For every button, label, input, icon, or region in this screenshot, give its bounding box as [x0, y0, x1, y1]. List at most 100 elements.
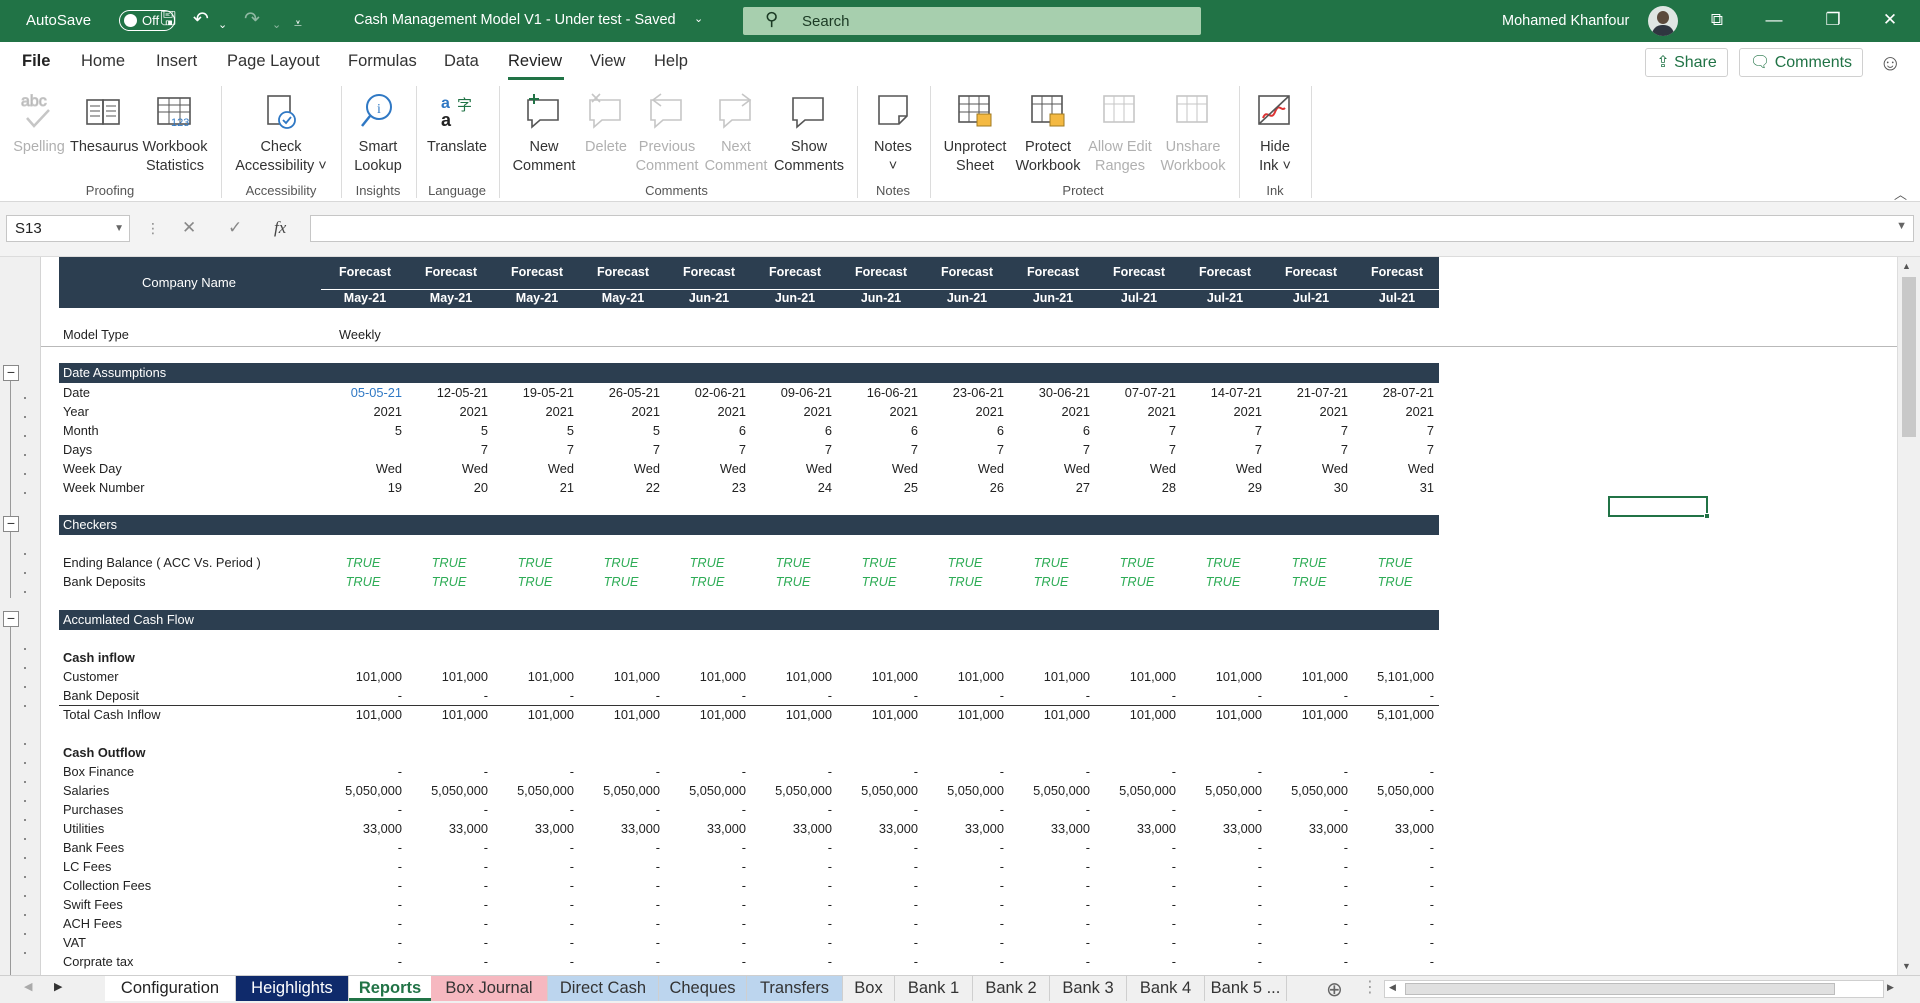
- value-cell[interactable]: TRUE: [406, 572, 492, 591]
- value-cell[interactable]: -: [580, 762, 660, 781]
- value-cell[interactable]: 23: [666, 478, 746, 497]
- value-cell[interactable]: 2021: [1182, 402, 1262, 421]
- value-cell[interactable]: 2021: [322, 402, 402, 421]
- value-cell[interactable]: TRUE: [664, 572, 750, 591]
- value-cell[interactable]: -: [1010, 686, 1090, 705]
- value-cell[interactable]: -: [1010, 895, 1090, 914]
- scroll-tabs-right-icon[interactable]: ▶: [54, 980, 62, 993]
- value-cell[interactable]: 101,000: [666, 705, 746, 724]
- value-cell[interactable]: -: [666, 933, 746, 952]
- value-cell[interactable]: -: [1182, 857, 1262, 876]
- value-cell[interactable]: -: [924, 762, 1004, 781]
- collapse-ribbon-icon[interactable]: ︿: [1894, 184, 1907, 203]
- value-cell[interactable]: 7: [1354, 421, 1434, 440]
- value-cell[interactable]: 5,050,000: [494, 781, 574, 800]
- tab-file[interactable]: File: [22, 52, 50, 71]
- value-cell[interactable]: 5: [494, 421, 574, 440]
- value-cell[interactable]: 7: [1268, 421, 1348, 440]
- value-cell[interactable]: -: [1096, 952, 1176, 971]
- scroll-up-icon[interactable]: ▲: [1902, 261, 1911, 271]
- smart-lookup-button[interactable]: i Smart Lookup: [347, 88, 409, 176]
- value-cell[interactable]: 6: [752, 421, 832, 440]
- value-cell[interactable]: 101,000: [408, 667, 488, 686]
- value-cell[interactable]: -: [1182, 914, 1262, 933]
- forecast-header-cell[interactable]: Forecast: [580, 265, 666, 279]
- row-label[interactable]: LC Fees: [63, 857, 111, 876]
- show-comments-button[interactable]: Show Comments: [770, 88, 848, 176]
- value-cell[interactable]: -: [1268, 838, 1348, 857]
- sheet-tab-heighlights[interactable]: Heighlights: [236, 976, 349, 1001]
- sheet-tab-bank-3[interactable]: Bank 3: [1050, 976, 1127, 1001]
- row-label[interactable]: Collection Fees: [63, 876, 151, 895]
- value-cell[interactable]: 101,000: [838, 705, 918, 724]
- month-header-cell[interactable]: Jun-21: [666, 291, 752, 305]
- tab-split-handle-icon[interactable]: ⋮: [1362, 977, 1378, 997]
- value-cell[interactable]: -: [1010, 933, 1090, 952]
- value-cell[interactable]: -: [322, 914, 402, 933]
- worksheet[interactable]: − − − Company Name Forecast May-21 Forecas…: [0, 257, 1920, 975]
- value-cell[interactable]: 101,000: [1268, 705, 1348, 724]
- row-label[interactable]: Bank Fees: [63, 838, 124, 857]
- value-cell[interactable]: -: [838, 800, 918, 819]
- vertical-scroll-thumb[interactable]: [1902, 277, 1916, 437]
- formula-input[interactable]: ▼: [310, 215, 1914, 242]
- value-cell[interactable]: -: [494, 933, 574, 952]
- value-cell[interactable]: -: [322, 933, 402, 952]
- value-cell[interactable]: Wed: [752, 459, 832, 478]
- value-cell[interactable]: -: [1354, 857, 1434, 876]
- value-cell[interactable]: 101,000: [924, 667, 1004, 686]
- value-cell[interactable]: 31: [1354, 478, 1434, 497]
- row-label[interactable]: Box Finance: [63, 762, 134, 781]
- value-cell[interactable]: TRUE: [836, 553, 922, 572]
- value-cell[interactable]: 26-05-21: [580, 383, 660, 402]
- value-cell[interactable]: -: [1010, 762, 1090, 781]
- value-cell[interactable]: -: [924, 933, 1004, 952]
- value-cell[interactable]: TRUE: [1266, 572, 1352, 591]
- value-cell[interactable]: 2021: [1010, 402, 1090, 421]
- value-cell[interactable]: 101,000: [580, 705, 660, 724]
- value-cell[interactable]: TRUE: [1094, 553, 1180, 572]
- value-cell[interactable]: 2021: [1354, 402, 1434, 421]
- value-cell[interactable]: Wed: [1010, 459, 1090, 478]
- value-cell[interactable]: 33,000: [666, 819, 746, 838]
- value-cell[interactable]: 30: [1268, 478, 1348, 497]
- value-cell[interactable]: -: [322, 686, 402, 705]
- forecast-header-cell[interactable]: Forecast: [924, 265, 1010, 279]
- forecast-header-cell[interactable]: Forecast: [322, 265, 408, 279]
- value-cell[interactable]: 16-06-21: [838, 383, 918, 402]
- value-cell[interactable]: -: [838, 857, 918, 876]
- value-cell[interactable]: 101,000: [1096, 667, 1176, 686]
- month-header-cell[interactable]: Jul-21: [1354, 291, 1440, 305]
- value-cell[interactable]: TRUE: [836, 572, 922, 591]
- value-cell[interactable]: -: [580, 800, 660, 819]
- value-cell[interactable]: -: [1182, 762, 1262, 781]
- value-cell[interactable]: TRUE: [1180, 553, 1266, 572]
- value-cell[interactable]: -: [666, 952, 746, 971]
- value-cell[interactable]: 22: [580, 478, 660, 497]
- sheet-tab-direct-cash[interactable]: Direct Cash: [548, 976, 659, 1001]
- value-cell[interactable]: -: [408, 895, 488, 914]
- value-cell[interactable]: 7: [1096, 421, 1176, 440]
- undo-dropdown-icon[interactable]: ⌄: [218, 14, 227, 36]
- value-cell[interactable]: -: [494, 895, 574, 914]
- value-cell[interactable]: TRUE: [320, 553, 406, 572]
- value-cell[interactable]: -: [1182, 838, 1262, 857]
- value-cell[interactable]: 5,050,000: [752, 781, 832, 800]
- value-cell[interactable]: -: [580, 933, 660, 952]
- value-cell[interactable]: 7: [752, 440, 832, 459]
- value-cell[interactable]: 2021: [580, 402, 660, 421]
- value-cell[interactable]: -: [1182, 800, 1262, 819]
- value-cell[interactable]: TRUE: [578, 553, 664, 572]
- value-cell[interactable]: 2021: [1096, 402, 1176, 421]
- value-cell[interactable]: 33,000: [924, 819, 1004, 838]
- tab-help[interactable]: Help: [654, 52, 688, 71]
- new-sheet-icon[interactable]: ⊕: [1326, 977, 1343, 1002]
- value-cell[interactable]: -: [408, 686, 488, 705]
- notes-button[interactable]: Notes ˅: [863, 88, 923, 176]
- value-cell[interactable]: Wed: [1182, 459, 1262, 478]
- value-cell[interactable]: 26: [924, 478, 1004, 497]
- value-cell[interactable]: TRUE: [750, 572, 836, 591]
- forecast-header-cell[interactable]: Forecast: [408, 265, 494, 279]
- value-cell[interactable]: TRUE: [320, 572, 406, 591]
- value-cell[interactable]: -: [1096, 895, 1176, 914]
